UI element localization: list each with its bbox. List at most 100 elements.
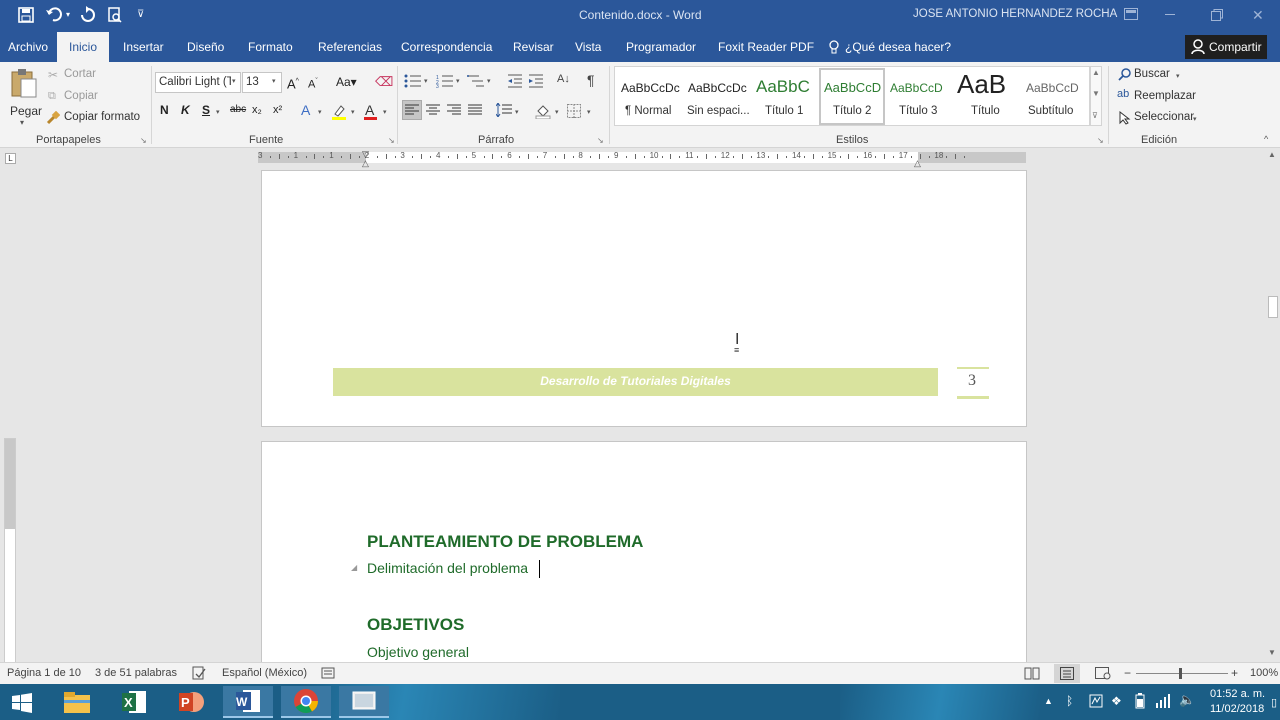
find-button[interactable]: Buscar — [1134, 68, 1170, 80]
undo-dropdown-icon[interactable]: ▾ — [66, 10, 70, 19]
battery-icon[interactable] — [1134, 693, 1146, 712]
volume-icon[interactable]: 🔈 — [1179, 692, 1195, 708]
change-case-icon[interactable]: Aa▾ — [336, 72, 357, 92]
bold-button[interactable]: N — [160, 100, 169, 120]
heading-planteamiento[interactable]: PLANTEAMIENTO DE PROBLEMA — [367, 532, 643, 552]
macro-record-icon[interactable] — [321, 666, 335, 683]
copy-button[interactable]: Copiar — [64, 90, 98, 102]
language[interactable]: Español (México) — [222, 667, 307, 679]
restore-icon[interactable] — [1211, 9, 1223, 24]
tab-correspondencia[interactable]: Correspondencia — [401, 32, 492, 62]
tab-foxit[interactable]: Foxit Reader PDF — [718, 32, 814, 62]
right-indent-icon[interactable]: △ — [914, 158, 921, 169]
zoom-level[interactable]: 100% — [1250, 667, 1278, 679]
clock-date[interactable]: 11/02/2018 — [1210, 703, 1264, 715]
style-titulo-1[interactable]: AaBbC Título 1 — [753, 69, 819, 125]
style-titulo-3[interactable]: AaBbCcD Título 3 — [887, 69, 953, 125]
chrome-icon[interactable] — [281, 686, 331, 718]
superscript-button[interactable]: x² — [273, 100, 282, 120]
strikethrough-button[interactable]: abc — [230, 100, 246, 120]
line-spacing-dropdown-icon[interactable]: ▾ — [515, 108, 519, 116]
bluetooth-icon[interactable]: ᛒ — [1066, 694, 1073, 708]
scroll-down-icon[interactable]: ▼ — [1268, 648, 1276, 657]
screen-recorder-icon[interactable] — [339, 686, 389, 718]
file-explorer-icon[interactable] — [52, 686, 102, 718]
subheading-objetivo-general[interactable]: Objetivo general — [367, 644, 469, 660]
clear-format-icon[interactable]: ⌫ — [375, 72, 393, 92]
hanging-indent-icon[interactable]: △ — [362, 158, 369, 169]
bullets-dropdown-icon[interactable]: ▾ — [424, 77, 428, 85]
close-icon[interactable]: ✕ — [1252, 7, 1264, 24]
redo-icon[interactable] — [79, 6, 97, 27]
highlight-dropdown-icon[interactable]: ▾ — [351, 108, 355, 116]
cut-button[interactable]: Cortar — [64, 68, 96, 80]
multilevel-icon[interactable] — [467, 74, 485, 91]
style-normal[interactable]: AaBbCcDc ¶ Normal — [617, 69, 683, 125]
highlight-icon[interactable] — [331, 104, 347, 123]
zoom-slider[interactable] — [1136, 673, 1228, 674]
tab-referencias[interactable]: Referencias — [318, 32, 382, 62]
tab-insertar[interactable]: Insertar — [123, 32, 164, 62]
windows-start-icon[interactable] — [12, 693, 32, 716]
tray-app-icon[interactable] — [1089, 694, 1103, 711]
save-icon[interactable] — [18, 7, 34, 26]
tray-chevron-icon[interactable]: ▲ — [1044, 696, 1053, 706]
font-name-select[interactable]: Calibri Light (T ▾ — [155, 72, 241, 93]
dropbox-icon[interactable]: ❖ — [1111, 694, 1122, 708]
shrink-font-icon[interactable]: Aˇ — [308, 72, 318, 95]
paragraph-launcher-icon[interactable]: ↘ — [597, 136, 604, 145]
vertical-ruler[interactable] — [4, 438, 16, 663]
find-dropdown-icon[interactable]: ▾ — [1176, 72, 1180, 80]
tab-programador[interactable]: Programador — [626, 32, 696, 62]
grow-font-icon[interactable]: A^ — [287, 72, 299, 94]
justify-icon[interactable] — [468, 104, 482, 116]
select-button[interactable]: Seleccionar — [1134, 111, 1194, 123]
paste-button[interactable]: Pegar ▾ — [7, 66, 42, 130]
wifi-icon[interactable] — [1155, 693, 1171, 712]
align-center-icon[interactable] — [426, 104, 440, 116]
styles-up-icon[interactable]: ▲ — [1092, 68, 1100, 77]
word-count[interactable]: 3 de 51 palabras — [95, 667, 177, 679]
italic-button[interactable]: K — [181, 100, 190, 120]
powerpoint-icon[interactable]: P — [166, 686, 216, 718]
undo-icon[interactable] — [45, 6, 63, 27]
collapse-heading-icon[interactable]: ◢ — [351, 563, 357, 572]
proofing-icon[interactable] — [192, 666, 206, 683]
customize-qat-icon[interactable]: ⊽ — [137, 9, 144, 20]
tab-diseno[interactable]: Diseño — [187, 32, 224, 62]
align-right-icon[interactable] — [447, 104, 461, 116]
notifications-icon[interactable]: ▯ — [1271, 696, 1277, 709]
select-dropdown-icon[interactable]: ▾ — [1193, 115, 1197, 123]
tell-me-search[interactable]: ¿Qué desea hacer? — [845, 32, 951, 62]
minimize-icon[interactable] — [1165, 14, 1175, 15]
styles-scroll[interactable]: ▲ ▼ ⊽ — [1090, 66, 1102, 126]
scroll-up-icon[interactable]: ▲ — [1268, 150, 1276, 159]
user-name[interactable]: JOSE ANTONIO HERNANDEZ ROCHA — [913, 8, 1117, 20]
read-mode-icon[interactable] — [1024, 666, 1040, 683]
scroll-thumb[interactable] — [1268, 296, 1278, 318]
underline-dropdown-icon[interactable]: ▾ — [216, 108, 220, 116]
collapse-ribbon-icon[interactable]: ^ — [1264, 134, 1268, 144]
align-left-button[interactable] — [402, 100, 422, 120]
tab-vista[interactable]: Vista — [575, 32, 601, 62]
tab-formato[interactable]: Formato — [248, 32, 293, 62]
share-button[interactable]: Compartir — [1185, 35, 1267, 59]
numbering-dropdown-icon[interactable]: ▾ — [456, 77, 460, 85]
style-titulo[interactable]: AaB Título — [955, 69, 1021, 125]
underline-button[interactable]: S — [202, 100, 210, 120]
subscript-button[interactable]: x₂ — [252, 100, 262, 120]
style-subtitulo[interactable]: AaBbCcD Subtítulo — [1023, 69, 1089, 125]
print-layout-button[interactable] — [1054, 664, 1080, 683]
subheading-delimitacion[interactable]: Delimitación del problema — [367, 560, 528, 576]
shading-dropdown-icon[interactable]: ▾ — [555, 108, 559, 116]
font-color-icon[interactable]: A — [365, 102, 374, 118]
pilcrow-icon[interactable]: ¶ — [587, 72, 595, 88]
ribbon-display-icon[interactable] — [1124, 8, 1138, 23]
excel-icon[interactable]: X — [109, 686, 159, 718]
vertical-scrollbar[interactable]: ▲ ▼ — [1266, 150, 1280, 662]
print-preview-icon[interactable] — [107, 7, 123, 26]
tab-archivo[interactable]: Archivo — [8, 32, 48, 62]
style-titulo-2[interactable]: AaBbCcD Título 2 — [819, 68, 885, 125]
styles-launcher-icon[interactable]: ↘ — [1097, 136, 1104, 145]
clock-time[interactable]: 01:52 a. m. — [1210, 688, 1265, 700]
